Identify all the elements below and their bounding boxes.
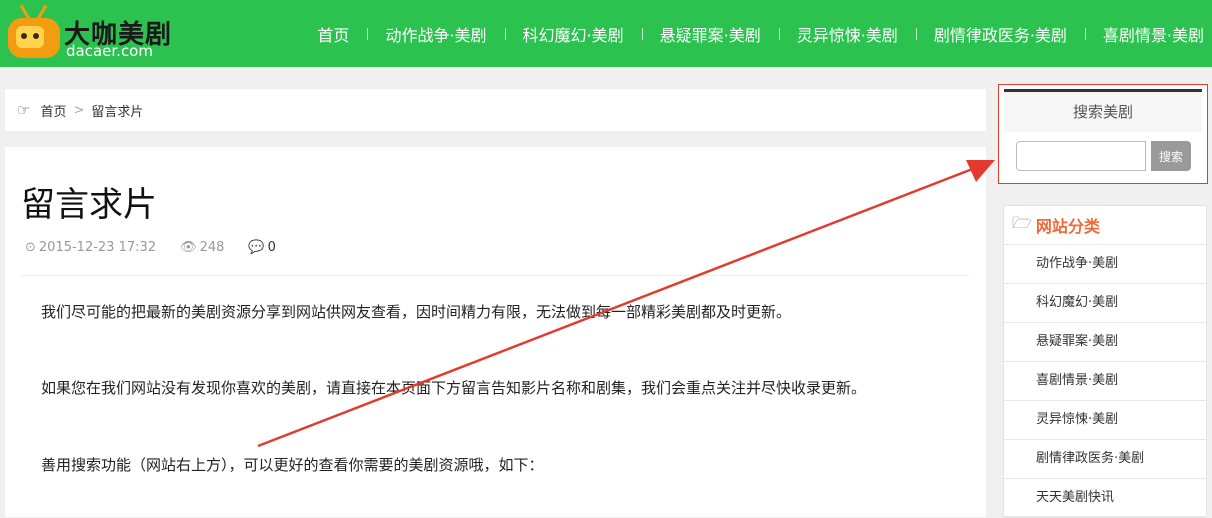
site-logo[interactable]: 大咖美剧 dacaer.com	[4, 2, 184, 64]
article-paragraph-3: 善用搜索功能（网站右上方），可以更好的查看你需要的美剧资源哦，如下：	[41, 456, 544, 474]
site-header: 大咖美剧 dacaer.com 首页 动作战争·美剧 科幻魔幻·美剧 悬疑罪案·…	[0, 0, 1212, 67]
category-widget-title: 网站分类	[1035, 217, 1100, 236]
breadcrumb-current: 留言求片	[91, 104, 144, 120]
nav-item-supernatural-thriller[interactable]: 灵异惊悚·美剧	[778, 22, 916, 46]
category-item-news[interactable]: 天天美剧快讯	[1004, 479, 1206, 518]
search-widget-title: 搜索美剧	[1004, 92, 1202, 132]
nav-item-scifi-fantasy[interactable]: 科幻魔幻·美剧	[504, 22, 642, 46]
comment-icon: 💬	[248, 240, 265, 255]
category-item-mystery-crime[interactable]: 悬疑罪案·美剧	[1004, 323, 1206, 362]
category-item-comedy-sitcom[interactable]: 喜剧情景·美剧	[1004, 362, 1206, 401]
publish-date: 2015-12-23 17:32	[38, 240, 157, 255]
nav-item-comedy-sitcom[interactable]: 喜剧情景·美剧	[1084, 22, 1212, 46]
search-button[interactable]: 搜索	[1151, 141, 1191, 171]
pointing-hand-icon: ☞	[17, 101, 31, 119]
category-item-action-war[interactable]: 动作战争·美剧	[1004, 245, 1206, 284]
category-item-supernatural-thriller[interactable]: 灵异惊悚·美剧	[1004, 401, 1206, 440]
clock-icon: ⊙	[25, 240, 36, 255]
breadcrumb-separator: >	[73, 102, 85, 118]
logo-subtitle: dacaer.com	[66, 42, 153, 60]
article-meta: ⊙ 2015-12-23 17:32 👁 248 💬 0	[25, 240, 300, 255]
breadcrumb: ☞ 首页 > 留言求片	[5, 89, 986, 131]
search-widget-highlight: 搜索美剧 搜索	[998, 84, 1208, 184]
nav-item-mystery-crime[interactable]: 悬疑罪案·美剧	[641, 22, 779, 46]
category-item-drama-legal-medical[interactable]: 剧情律政医务·美剧	[1004, 440, 1206, 479]
nav-item-home[interactable]: 首页	[299, 22, 367, 46]
article-paragraph-2: 如果您在我们网站没有发现你喜欢的美剧，请直接在本页面下方留言告知影片名称和剧集，…	[41, 379, 867, 397]
search-input[interactable]	[1016, 141, 1146, 171]
nav-item-action-war[interactable]: 动作战争·美剧	[367, 22, 504, 46]
nav-item-drama-legal-medical[interactable]: 剧情律政医务·美剧	[915, 22, 1085, 46]
eye-icon: 👁	[180, 240, 197, 255]
category-widget: 🗁 网站分类 动作战争·美剧 科幻魔幻·美剧 悬疑罪案·美剧 喜剧情景·美剧 灵…	[1003, 205, 1207, 518]
search-widget: 搜索美剧 搜索	[1004, 89, 1202, 179]
breadcrumb-home-link[interactable]: 首页	[40, 101, 66, 120]
main-nav: 首页 动作战争·美剧 科幻魔幻·美剧 悬疑罪案·美剧 灵异惊悚·美剧 剧情律政医…	[299, 0, 1212, 67]
meta-divider	[21, 275, 969, 276]
category-widget-header: 🗁 网站分类	[1004, 206, 1206, 245]
comment-link[interactable]: 💬 0	[248, 240, 275, 255]
category-item-scifi-fantasy[interactable]: 科幻魔幻·美剧	[1004, 284, 1206, 323]
folder-open-icon: 🗁	[1012, 212, 1032, 232]
page-title: 留言求片	[21, 185, 157, 225]
comment-count: 0	[267, 240, 276, 255]
article-paragraph-1: 我们尽可能的把最新的美剧资源分享到网站供网友查看，因时间精力有限，无法做到每一部…	[41, 303, 792, 321]
view-count: 248	[199, 240, 225, 255]
tv-logo-icon	[8, 4, 60, 58]
article: 留言求片 ⊙ 2015-12-23 17:32 👁 248 💬 0 我们尽可能的…	[5, 147, 986, 517]
